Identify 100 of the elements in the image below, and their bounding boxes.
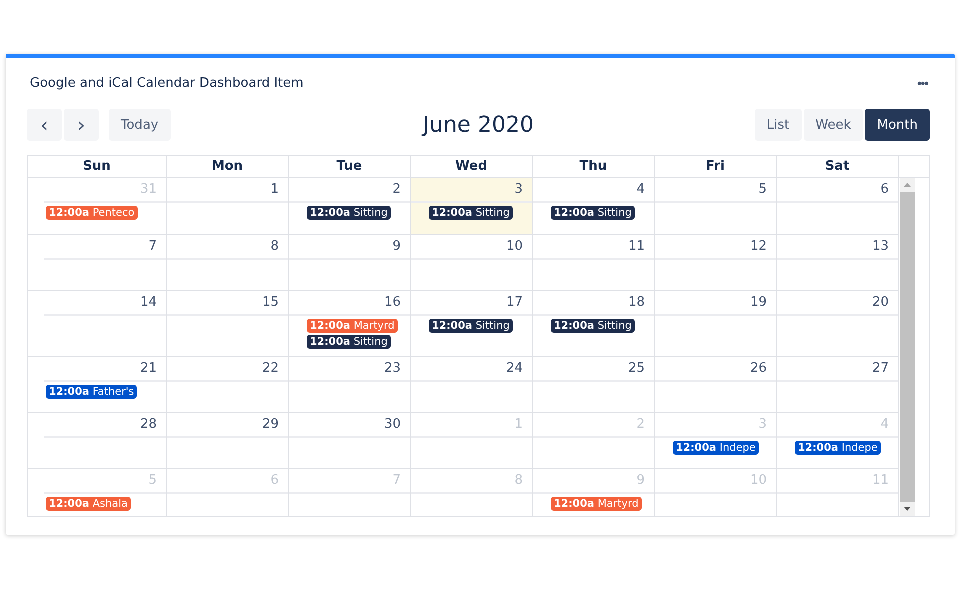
event-chip[interactable]: 12:00a Sitting (429, 319, 513, 333)
day-number: 10 (411, 235, 532, 260)
day-cell[interactable]: 6 (777, 178, 899, 234)
day-number: 9 (289, 235, 410, 260)
day-number: 20 (777, 291, 898, 316)
day-number: 27 (777, 357, 898, 382)
day-number: 5 (655, 178, 776, 203)
day-number: 25 (533, 357, 654, 382)
event-chip[interactable]: 12:00a Sitting (551, 206, 635, 220)
day-cell[interactable]: 13 (777, 235, 899, 290)
event-chip[interactable]: 12:00a Indepe (673, 441, 759, 455)
day-number: 30 (289, 413, 410, 438)
event-chip[interactable]: 12:00a Sitting (551, 319, 635, 333)
day-cell[interactable]: 26 (655, 357, 777, 412)
event-chip[interactable]: 12:00a Sitting (307, 335, 391, 349)
day-cell[interactable]: 29 (167, 413, 289, 468)
day-number: 1 (167, 178, 288, 203)
day-number: 7 (44, 235, 166, 260)
day-cell[interactable]: 12 (655, 235, 777, 290)
day-cell[interactable]: 28 (28, 413, 167, 468)
day-cell[interactable]: 22 (167, 357, 289, 412)
day-number: 19 (655, 291, 776, 316)
day-number: 11 (533, 235, 654, 260)
day-number: 4 (777, 413, 898, 438)
day-cell[interactable]: 14 (28, 291, 167, 356)
day-number: 17 (411, 291, 532, 316)
day-cell[interactable]: 9 (289, 235, 411, 290)
day-number: 4 (533, 178, 654, 203)
day-cell[interactable]: 21 12:00a Father's (28, 357, 167, 412)
widget-title: Google and iCal Calendar Dashboard Item (30, 76, 304, 90)
more-menu-button[interactable]: ••• (913, 74, 932, 92)
weekday-header: Tue (289, 156, 411, 177)
day-cell[interactable]: 10 (411, 235, 533, 290)
day-number: 12 (655, 235, 776, 260)
day-cell[interactable]: 8 (167, 235, 289, 290)
event-chip[interactable]: 12:00a Sitting (307, 206, 391, 220)
event-chip[interactable]: 12:00a Indepe (795, 441, 881, 455)
day-number: 10 (655, 469, 776, 494)
weekday-header: Wed (411, 156, 533, 177)
day-number: 9 (533, 469, 654, 494)
weekday-header: Fri (655, 156, 777, 177)
day-cell[interactable]: 17 12:00a Sitting (411, 291, 533, 356)
day-number: 8 (411, 469, 532, 494)
day-cell[interactable]: 30 (289, 413, 411, 468)
weekday-header: Sat (777, 156, 899, 177)
day-number: 15 (167, 291, 288, 316)
today-button[interactable]: Today (109, 109, 171, 141)
day-number: 29 (167, 413, 288, 438)
day-number: 26 (655, 357, 776, 382)
day-cell[interactable]: 3 12:00a Sitting (411, 178, 533, 234)
day-number: 23 (289, 357, 410, 382)
day-cell[interactable]: 16 12:00a Martyrd 12:00a Sitting (289, 291, 411, 356)
day-number: 28 (44, 413, 166, 438)
day-number: 16 (289, 291, 410, 316)
month-heading: June 2020 (423, 112, 534, 138)
day-number: 18 (533, 291, 654, 316)
day-cell[interactable]: 1 (167, 178, 289, 234)
day-number: 6 (167, 469, 288, 494)
day-number: 11 (777, 469, 898, 494)
day-number: 7 (289, 469, 410, 494)
day-cell[interactable]: 3 12:00a Indepe (655, 413, 777, 468)
day-number: 5 (44, 469, 166, 494)
day-cell[interactable]: 25 (533, 357, 655, 412)
day-cell[interactable]: 11 (533, 235, 655, 290)
event-chip[interactable]: 12:00a Sitting (429, 206, 513, 220)
day-number: 3 (655, 413, 776, 438)
day-cell[interactable]: 4 12:00a Sitting (533, 178, 655, 234)
event-chip[interactable]: 12:00a Father's (46, 385, 138, 399)
day-number: 24 (411, 357, 532, 382)
day-cell[interactable]: 15 (167, 291, 289, 356)
day-cell[interactable]: 7 (28, 235, 167, 290)
day-cell[interactable]: 23 (289, 357, 411, 412)
weekday-header: Thu (533, 156, 655, 177)
day-number: 3 (411, 178, 532, 203)
day-number: 8 (167, 235, 288, 260)
day-cell[interactable]: 2 12:00a Sitting (289, 178, 411, 234)
view-tab[interactable]: List (754, 109, 802, 141)
view-tab[interactable]: Month (865, 109, 930, 141)
day-cell[interactable]: 20 (777, 291, 899, 356)
day-number: 22 (167, 357, 288, 382)
day-number: 2 (289, 178, 410, 203)
day-number: 21 (44, 357, 166, 382)
day-number: 1 (411, 413, 532, 438)
scrollbar[interactable] (900, 178, 915, 516)
weekday-header: Mon (167, 156, 289, 177)
day-cell[interactable]: 19 (655, 291, 777, 356)
day-cell[interactable]: 4 12:00a Indepe (777, 413, 899, 468)
day-number: 2 (533, 413, 654, 438)
day-number: 31 (44, 178, 166, 203)
day-number: 6 (777, 178, 898, 203)
day-number: 13 (777, 235, 898, 260)
day-cell[interactable]: 5 (655, 178, 777, 234)
day-cell[interactable]: 18 12:00a Sitting (533, 291, 655, 356)
weekday-header: Sun (28, 156, 167, 177)
previous-button[interactable]: ‹ (27, 109, 62, 141)
view-tab[interactable]: Week (804, 109, 864, 141)
day-cell[interactable]: 27 (777, 357, 899, 412)
next-button[interactable]: › (64, 109, 99, 141)
day-number: 14 (44, 291, 166, 316)
day-cell[interactable]: 24 (411, 357, 533, 412)
